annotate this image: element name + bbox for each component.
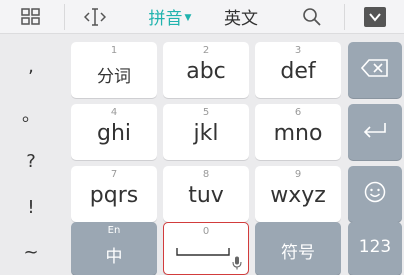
chevron-down-icon: ▼ (184, 13, 192, 23)
grid-menu-icon[interactable] (14, 0, 48, 33)
key-2[interactable]: 2 abc (163, 42, 249, 98)
microphone-icon[interactable] (232, 255, 242, 274)
space-key[interactable]: 0 (163, 222, 249, 275)
key-8[interactable]: 8 tuv (163, 166, 249, 222)
key-5[interactable]: 5 jkl (163, 104, 249, 160)
key-label: wxyz (270, 183, 326, 208)
pinyin-label: 拼音 (148, 9, 183, 29)
key-6[interactable]: 6 mno (255, 104, 341, 160)
key-label: def (280, 59, 316, 84)
pinyin-mode-tab[interactable]: 拼音 ▼ (142, 0, 198, 33)
key-label: abc (186, 59, 226, 84)
key-3[interactable]: 3 def (255, 42, 341, 98)
keyboard-toolbar: 拼音 ▼ 英文 (0, 0, 404, 34)
key-number: 0 (202, 226, 210, 237)
punct-question[interactable]: ? (26, 151, 36, 172)
key-label: ghi (96, 121, 132, 146)
key-number: 2 (202, 45, 210, 56)
search-icon[interactable] (296, 0, 328, 33)
enter-key[interactable] (348, 104, 402, 160)
key-number: 7 (110, 169, 118, 180)
punctuation-column: , 。 ? ! ~ (0, 38, 62, 275)
key-label: pqrs (89, 183, 139, 208)
key-number: 3 (294, 45, 302, 56)
key-number: 4 (110, 107, 118, 118)
key-label: jkl (193, 121, 219, 146)
enter-icon (362, 121, 388, 143)
language-switch-key[interactable]: En 中 (71, 222, 157, 275)
space-bar-icon (176, 242, 230, 261)
key-number: 5 (202, 107, 210, 118)
key-7[interactable]: 7 pqrs (71, 166, 157, 222)
backspace-key[interactable] (348, 42, 402, 98)
key-label: tuv (188, 183, 224, 208)
symbol-key[interactable]: 符号 (255, 222, 341, 275)
hide-keyboard-icon[interactable] (360, 0, 390, 33)
key-number: 1 (110, 45, 118, 56)
key-number: 9 (294, 169, 302, 180)
english-mode-tab[interactable]: 英文 (218, 0, 264, 33)
key-label: 符号 (281, 243, 315, 263)
smiley-icon (364, 181, 386, 207)
key-label: 123 (358, 237, 392, 257)
key-label: 分词 (97, 67, 131, 87)
key-1[interactable]: 1 分词 (71, 42, 157, 98)
punct-comma[interactable]: , (28, 56, 34, 77)
punct-period[interactable]: 。 (22, 101, 40, 127)
key-sub-label: En (107, 225, 121, 236)
number-keyboard-key[interactable]: 123 (348, 222, 402, 275)
toolbar-divider (344, 4, 345, 30)
punct-exclamation[interactable]: ! (27, 197, 34, 218)
key-4[interactable]: 4 ghi (71, 104, 157, 160)
key-label: mno (273, 121, 323, 146)
punct-tilde[interactable]: ~ (23, 242, 38, 263)
backspace-icon (360, 59, 389, 81)
key-number: 8 (202, 169, 210, 180)
key-label: 中 (105, 247, 123, 267)
key-9[interactable]: 9 wxyz (255, 166, 341, 222)
keyboard: 拼音 ▼ 英文 , 。 ? ! ~ 1 分词 2 abc 3 def 4 ghi… (0, 0, 404, 275)
cursor-move-icon[interactable] (78, 0, 112, 33)
english-label: 英文 (224, 9, 258, 29)
toolbar-divider (64, 4, 65, 30)
emoji-key[interactable] (348, 166, 402, 222)
key-number: 6 (294, 107, 302, 118)
